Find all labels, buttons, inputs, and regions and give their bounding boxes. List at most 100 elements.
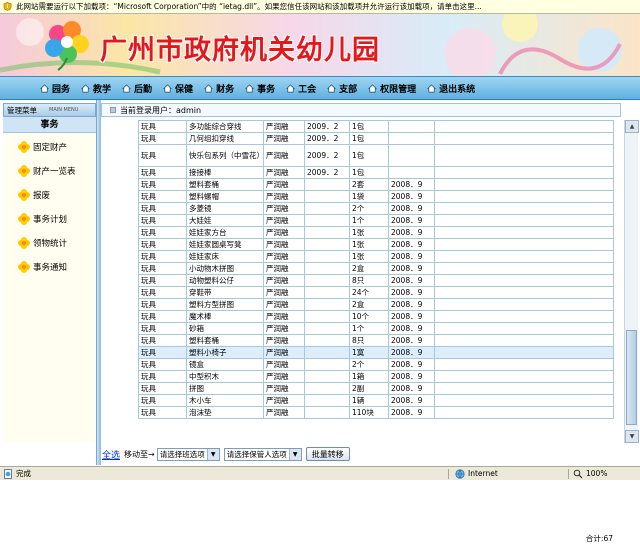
star-flower-icon	[18, 165, 30, 177]
nav-item-8[interactable]: 权限管理	[368, 82, 416, 95]
table-cell: 2008．9	[388, 214, 435, 227]
table-cell: 严润融	[263, 250, 305, 263]
scroll-up-button[interactable]: ▲	[625, 120, 639, 133]
table-cell	[304, 178, 350, 191]
addon-info-bar[interactable]: 此网站需要运行以下加载项：“Microsoft Corporation”中的 “…	[0, 0, 640, 14]
star-flower-icon	[18, 141, 30, 153]
star-flower-icon	[18, 189, 30, 201]
nav-item-label: 支部	[339, 84, 358, 95]
scroll-thumb[interactable]	[626, 330, 637, 425]
table-cell	[304, 358, 350, 371]
table-row[interactable]: 玩具 娃娃家床 严润融 1张 2008．9	[138, 250, 614, 263]
sidebar-header-label: 管理菜单	[7, 105, 37, 115]
sidebar-item-label: 固定财产	[33, 143, 68, 153]
table-cell	[434, 370, 614, 383]
table-row[interactable]: 玩具 几何组扣穿线 严润融 2009．2 1包	[138, 132, 614, 145]
table-row[interactable]: 玩具 镜盒 严润融 2个 2008．9	[138, 358, 614, 371]
table-cell: 玩具	[138, 190, 187, 203]
table-row[interactable]: 玩具 砂箱 严润融 1个 2008．9	[138, 322, 614, 335]
table-cell	[304, 322, 350, 335]
table-row[interactable]: 玩具 穿鞋带 严润融 24个 2008．9	[138, 286, 614, 299]
class-select[interactable]: 请选择班选项 ▼	[156, 447, 220, 461]
nav-item-5[interactable]: 事务	[245, 82, 275, 95]
batch-transfer-button[interactable]: 批量转移	[305, 447, 350, 461]
select-all-link[interactable]: 全选	[102, 448, 120, 461]
table-cell: 严润融	[263, 310, 305, 323]
table-row[interactable]: 玩具 多功能综合穿线 严润融 2009．2 1包	[138, 120, 614, 133]
table-cell	[304, 370, 350, 383]
table-row[interactable]: 玩具 泡沫垫 严润融 110块 2008．9	[138, 406, 614, 419]
table-cell: 2008．9	[388, 190, 435, 203]
table-cell: 2008．9	[388, 406, 435, 419]
nav-item-label: 后勤	[134, 84, 153, 95]
table-row[interactable]: 玩具 魔术棒 严润融 10个 2008．9	[138, 310, 614, 323]
table-row[interactable]: 玩具 塑料方型拼图 严润融 2盒 2008．9	[138, 298, 614, 311]
table-cell	[434, 238, 614, 251]
sidebar-item-0[interactable]: 固定财产	[17, 138, 67, 156]
nav-item-0[interactable]: 园务	[40, 82, 70, 95]
sidebar-item-1[interactable]: 财产一览表	[17, 162, 76, 180]
table-cell: 砂箱	[186, 322, 264, 335]
table-cell: 2008．9	[388, 322, 435, 335]
nav-item-3[interactable]: 保健	[163, 82, 193, 95]
table-cell: 玩具	[138, 298, 187, 311]
table-row[interactable]: 玩具 动物塑料公仔 严润融 8只 2008．9	[138, 274, 614, 287]
status-done: 完成	[0, 468, 448, 479]
table-row[interactable]: 玩具 接接棒 严润融 2009．2 1包	[138, 166, 614, 179]
sidebar-item-4[interactable]: 领物统计	[17, 234, 67, 252]
table-cell: 玩具	[138, 382, 187, 395]
nav-item-1[interactable]: 教学	[81, 82, 111, 95]
table-row[interactable]: 玩具 木小车 严润融 1辆 2008．9	[138, 394, 614, 407]
table-cell: 2008．9	[388, 346, 435, 359]
table-cell: 1寞	[349, 346, 389, 359]
keeper-select[interactable]: 请选择保管人选项 ▼	[223, 447, 302, 461]
table-cell: 严润融	[263, 406, 305, 419]
table-cell: 2009．2	[304, 120, 350, 133]
nav-item-6[interactable]: 工会	[286, 82, 316, 95]
zoom-control[interactable]: 100%	[568, 468, 607, 479]
home-icon	[122, 83, 132, 92]
table-cell	[434, 286, 614, 299]
nav-item-9[interactable]: 退出系统	[427, 82, 475, 95]
sidebar-item-5[interactable]: 事务通知	[17, 258, 67, 276]
table-row[interactable]: 玩具 塑料螺帽 严润融 1袋 2008．9	[138, 190, 614, 203]
nav-item-4[interactable]: 财务	[204, 82, 234, 95]
scroll-down-button[interactable]: ▼	[625, 430, 639, 443]
nav-item-2[interactable]: 后勤	[122, 82, 152, 95]
table-row[interactable]: 玩具 娃娃家方台 严润融 1张 2008．9	[138, 226, 614, 239]
table-cell	[304, 286, 350, 299]
table-cell	[434, 166, 614, 179]
table-cell: 24个	[349, 286, 389, 299]
table-row[interactable]: 玩具 塑料套桶 严润融 2套 2008．9	[138, 178, 614, 191]
status-done-text: 完成	[16, 469, 31, 478]
table-row[interactable]: 玩具 塑料套桶 严润融 8只 2008．9	[138, 334, 614, 347]
table-cell: 10个	[349, 310, 389, 323]
table-cell	[304, 274, 350, 287]
table-row[interactable]: 玩具 小动物木拼图 严润融 2盒 2008．9	[138, 262, 614, 275]
star-flower-icon	[18, 261, 30, 273]
table-cell: 严润融	[263, 358, 305, 371]
sidebar-section-title: 事务	[3, 117, 96, 133]
table-row[interactable]: 玩具 快乐包系列（中雪花） 严润融 2009．2 1包	[138, 144, 614, 167]
table-row[interactable]: 玩具 中型积木 严润融 1箱 2008．9	[138, 370, 614, 383]
table-cell	[388, 132, 435, 145]
table-row[interactable]: 玩具 大娃娃 严润融 1个 2008．9	[138, 214, 614, 227]
sidebar-item-2[interactable]: 报废	[17, 186, 50, 204]
nav-item-7[interactable]: 支部	[327, 82, 357, 95]
table-cell: 2008．9	[388, 310, 435, 323]
table-row[interactable]: 玩具 多菱镜 严润融 2个 2008．9	[138, 202, 614, 215]
table-cell: 2008．9	[388, 298, 435, 311]
sidebar-item-3[interactable]: 事务计划	[17, 210, 67, 228]
table-cell: 中型积木	[186, 370, 264, 383]
vertical-scrollbar[interactable]: ▲ ▼	[624, 120, 639, 443]
table-row[interactable]: 玩具 娃娃家圆桌写凳 严润融 1张 2008．9	[138, 238, 614, 251]
table-cell	[434, 214, 614, 227]
table-cell: 1张	[349, 250, 389, 263]
table-cell: 玩具	[138, 178, 187, 191]
table-cell: 魔术棒	[186, 310, 264, 323]
table-cell	[304, 394, 350, 407]
table-row[interactable]: 玩具 塑料小椅子 严润融 1寞 2008．9	[138, 346, 614, 359]
table-row[interactable]: 玩具 拼图 严润融 2副 2008．9	[138, 382, 614, 395]
table-cell: 严润融	[263, 298, 305, 311]
table-cell: 玩具	[138, 144, 187, 167]
